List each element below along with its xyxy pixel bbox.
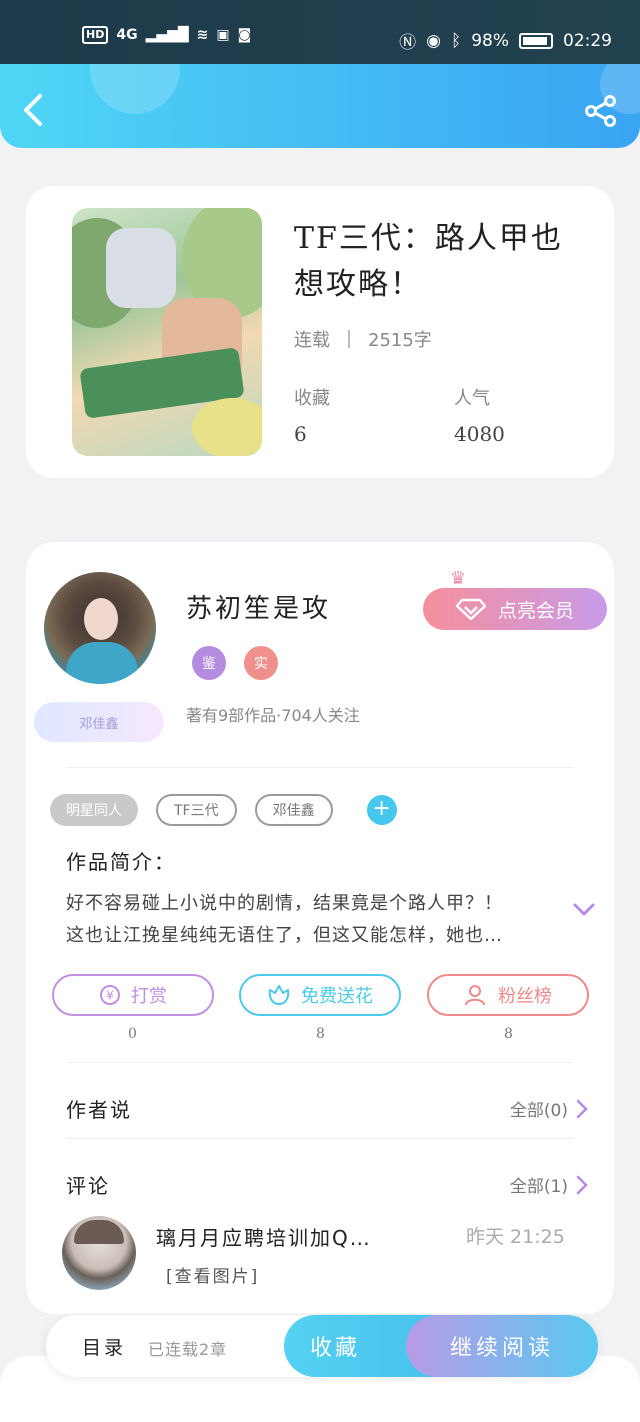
popularity-value: 4080: [454, 422, 505, 446]
diamond-icon: [455, 598, 486, 620]
comment-time: 昨天 21:25: [466, 1226, 565, 1248]
reward-count: 0: [128, 1026, 137, 1042]
book-title: TF三代：路人甲也想攻略！: [294, 221, 563, 302]
expand-intro-chevron-icon[interactable]: [572, 902, 596, 918]
commenter-avatar[interactable]: [62, 1216, 136, 1290]
favorites-value: 6: [294, 422, 307, 446]
share-button[interactable]: [584, 94, 618, 128]
person-icon: [465, 985, 485, 1006]
intro-text: 好不容易碰上小说中的剧情，结果竟是个路人甲？！ 这也让江挽星纯纯无语住了，但这又…: [66, 888, 546, 952]
comments-title: 评论: [66, 1174, 110, 1198]
collect-label: 收藏: [310, 1336, 361, 1361]
author-name[interactable]: 苏初笙是攻: [186, 588, 331, 625]
avatar-body: [66, 642, 138, 684]
send-flower-button[interactable]: 免费送花: [239, 974, 401, 1016]
chevron-right-icon: [576, 1175, 588, 1194]
fan-ranking-label: 粉丝榜: [498, 986, 552, 1007]
book-status: 连载: [294, 330, 330, 351]
add-tag-button[interactable]: +: [366, 795, 397, 825]
continue-reading-button[interactable]: 继续阅读: [406, 1315, 598, 1377]
vip-button[interactable]: 点亮会员: [423, 588, 607, 630]
flower-icon: [268, 985, 290, 1005]
book-cover[interactable]: [72, 208, 262, 456]
author-stats: 著有9部作品·704人关注: [186, 706, 360, 725]
author-says-title: 作者说: [66, 1098, 132, 1122]
crown-icon: ♛: [450, 568, 467, 589]
back-button[interactable]: [18, 92, 48, 128]
tag-item[interactable]: 明星同人: [50, 794, 138, 826]
commenter-name: 璃月月应聘培训加Q…: [156, 1226, 372, 1250]
comments-all-label: 全部(1): [509, 1177, 568, 1197]
fan-ranking-button[interactable]: 粉丝榜: [427, 974, 589, 1016]
intro-line: 好不容易碰上小说中的剧情，结果竟是个路人甲？！: [66, 893, 503, 914]
hd-indicator: HD: [82, 26, 109, 44]
fan-tag: 邓佳鑫: [34, 702, 164, 742]
avatar-face: [84, 598, 118, 640]
battery-level: 98%: [471, 30, 509, 51]
chevron-right-icon: [576, 1099, 588, 1118]
divider: [66, 767, 574, 768]
comments-all-link[interactable]: 全部(1): [510, 1172, 588, 1197]
tag-item[interactable]: 邓佳鑫: [254, 794, 333, 826]
reward-label: 打赏: [131, 986, 167, 1007]
status-left: HD 4G ▂▄▆█ ≋ ▣ ◙: [82, 26, 251, 44]
author-says-all-label: 全部(0): [509, 1101, 568, 1121]
favorites-label: 收藏: [294, 388, 330, 409]
yen-coin-icon: ¥: [100, 985, 120, 1005]
book-info-card: TF三代：路人甲也想攻略！ 连载 2515字 收藏 6 人气 4080: [26, 186, 614, 478]
comment-text[interactable]: [查看图片]: [166, 1262, 259, 1287]
status-right: Ⓝ ◉ ᛒ 98% 02:29: [399, 28, 612, 54]
vip-button-label: 点亮会员: [497, 599, 574, 622]
status-bar: HD 4G ▂▄▆█ ≋ ▣ ◙ Ⓝ ◉ ᛒ 98% 02:29: [0, 0, 640, 64]
send-flower-label: 免费送花: [301, 986, 373, 1007]
cover-figure: [106, 228, 176, 308]
intro-label: 作品简介：: [66, 850, 176, 874]
toc-status: 已连载2章: [148, 1340, 228, 1359]
book-word-count: 2515字: [368, 330, 432, 351]
app-icon: ◙: [237, 27, 252, 43]
toc-button[interactable]: 目录: [82, 1333, 126, 1360]
real-name-badge: 实: [244, 646, 278, 680]
bottom-action-bar: 目录 已连载2章 收藏 继续阅读: [46, 1315, 598, 1377]
decor-bubble: [90, 64, 180, 114]
fan-count: 8: [504, 1026, 513, 1042]
verified-badge: 鉴: [192, 646, 226, 680]
tag-item[interactable]: TF三代: [156, 794, 237, 826]
work-detail-card: 邓佳鑫 苏初笙是攻 鉴 实 著有9部作品·704人关注 ♛ 点亮会员 明星同人 …: [26, 542, 614, 1314]
network-type: 4G: [116, 27, 138, 43]
cover-decor: [192, 398, 262, 456]
divider: [66, 1138, 574, 1139]
continue-reading-label: 继续阅读: [449, 1336, 554, 1361]
battery-icon: [519, 32, 553, 49]
popularity-label: 人气: [454, 388, 490, 409]
flower-count: 8: [316, 1026, 325, 1042]
intro-line: 这也让江挽星纯纯无语住了，但这又能怎样，她也…: [66, 925, 503, 946]
book-meta: 连载 2515字: [294, 326, 432, 352]
signal-icon: ▂▄▆█: [145, 27, 189, 43]
top-header: [0, 64, 640, 148]
divider: [66, 1062, 574, 1063]
meta-divider: [348, 330, 350, 348]
eye-icon: ◉: [426, 30, 441, 51]
tv-icon: ▣: [216, 27, 230, 43]
avatar-cap: [74, 1220, 124, 1244]
reward-button[interactable]: ¥ 打赏: [52, 974, 214, 1016]
author-avatar[interactable]: [44, 572, 156, 684]
bluetooth-icon: ᛒ: [451, 30, 462, 51]
tag-list: 明星同人 TF三代 邓佳鑫 +: [50, 794, 397, 826]
svg-text:¥: ¥: [106, 989, 114, 1003]
author-says-all-link[interactable]: 全部(0): [510, 1096, 588, 1121]
nfc-icon: Ⓝ: [399, 33, 417, 53]
clock: 02:29: [563, 30, 612, 51]
wifi-icon: ≋: [196, 27, 209, 43]
